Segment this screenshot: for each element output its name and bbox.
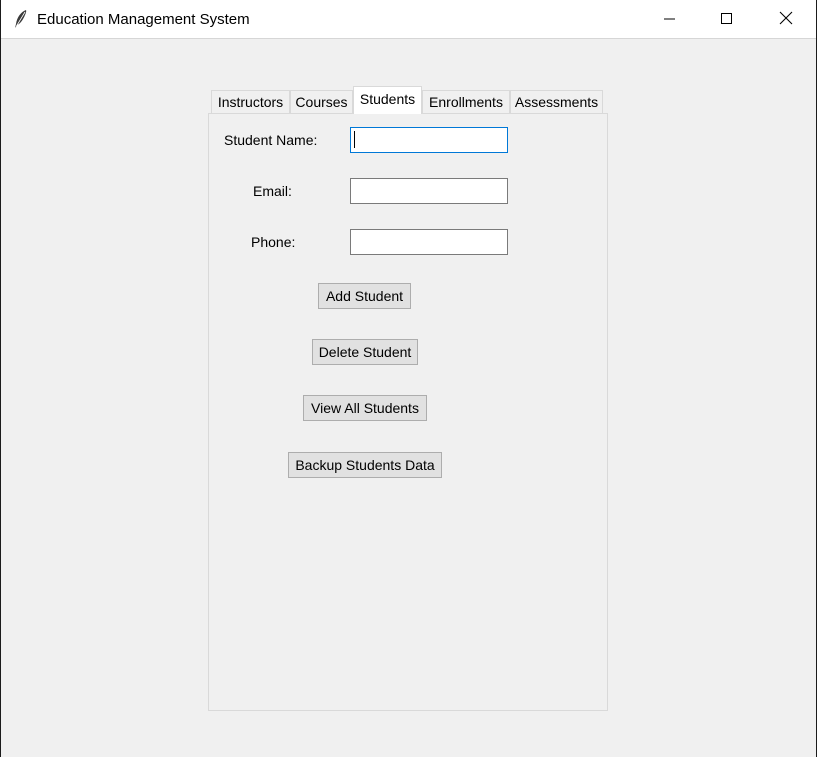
window-title: Education Management System	[37, 11, 250, 28]
student-name-input[interactable]	[350, 127, 508, 153]
minimize-icon	[664, 12, 676, 28]
close-button[interactable]	[757, 0, 815, 39]
email-input[interactable]	[350, 178, 508, 204]
tab-assessments[interactable]: Assessments	[510, 90, 603, 113]
phone-label: Phone:	[251, 234, 296, 250]
title-bar[interactable]: Education Management System	[1, 0, 816, 39]
email-label: Email:	[253, 183, 292, 199]
maximize-icon	[721, 12, 733, 28]
view-all-students-button[interactable]: View All Students	[303, 395, 427, 421]
tab-instructors[interactable]: Instructors	[211, 90, 290, 113]
feather-icon	[13, 9, 29, 29]
delete-student-button[interactable]: Delete Student	[312, 339, 418, 365]
tab-courses[interactable]: Courses	[290, 90, 353, 113]
backup-students-data-button[interactable]: Backup Students Data	[288, 452, 442, 478]
text-caret	[354, 131, 355, 148]
tab-enrollments[interactable]: Enrollments	[422, 90, 510, 113]
phone-input[interactable]	[350, 229, 508, 255]
tab-students[interactable]: Students	[353, 86, 422, 114]
add-student-button[interactable]: Add Student	[318, 283, 411, 309]
maximize-button[interactable]	[698, 0, 756, 39]
student-name-label: Student Name:	[224, 132, 318, 148]
minimize-button[interactable]	[641, 0, 699, 39]
close-icon	[779, 11, 793, 28]
